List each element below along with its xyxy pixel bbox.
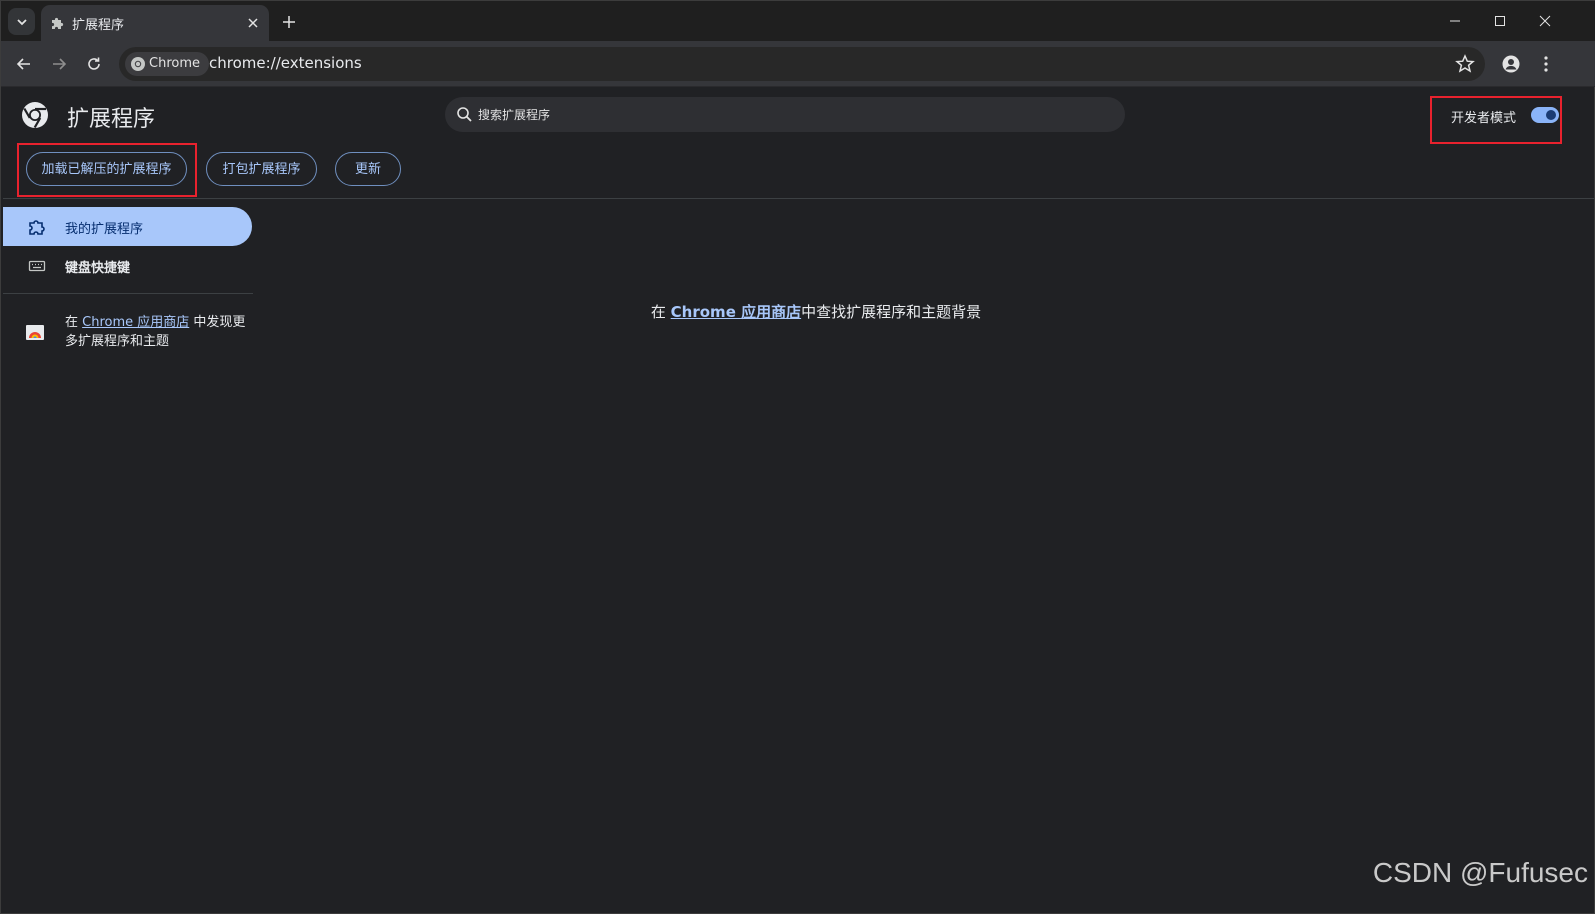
arrow-left-icon xyxy=(16,58,30,70)
highlight-box-load-unpacked xyxy=(17,143,197,197)
keyboard-icon xyxy=(28,260,46,272)
reload-icon xyxy=(88,57,100,70)
url-text[interactable]: chrome://extensions xyxy=(209,54,362,72)
tab-extensions[interactable]: 扩展程序 xyxy=(41,5,269,41)
sidebar-divider xyxy=(3,293,253,294)
site-info-label: Chrome xyxy=(149,56,200,71)
empty-prefix: 在 xyxy=(650,303,671,321)
empty-suffix: 中查找扩展程序和主题背景 xyxy=(801,303,982,321)
sidebar-item-my-extensions[interactable]: 我的扩展程序 xyxy=(3,207,252,246)
watermark: CSDN @Fufusec xyxy=(1372,857,1588,888)
chrome-logo-icon xyxy=(131,57,145,71)
back-button[interactable] xyxy=(9,49,39,79)
arrow-right-icon xyxy=(53,58,67,70)
web-store-link[interactable]: Chrome 应用商店 xyxy=(671,303,801,321)
minimize-button[interactable] xyxy=(1433,5,1477,37)
kebab-menu-icon xyxy=(1544,56,1548,72)
chevron-down-icon xyxy=(16,18,27,25)
update-button[interactable]: 更新 xyxy=(335,152,401,186)
puzzle-icon xyxy=(52,17,64,29)
new-tab-button[interactable] xyxy=(277,10,301,34)
site-info-chip[interactable]: Chrome xyxy=(125,52,209,76)
search-box[interactable] xyxy=(445,97,1125,132)
search-input[interactable] xyxy=(478,97,1078,132)
header-divider xyxy=(3,198,1594,199)
maximize-icon xyxy=(1495,16,1505,26)
plus-icon xyxy=(283,16,295,28)
profile-button[interactable] xyxy=(1497,50,1525,78)
web-store-icon xyxy=(26,325,44,340)
sidebar-item-keyboard-shortcuts[interactable]: 键盘快捷键 xyxy=(3,246,252,285)
empty-state-message: 在 Chrome 应用商店中查找扩展程序和主题背景 xyxy=(1,301,1595,322)
tab-title: 扩展程序 xyxy=(72,18,125,33)
browser-toolbar: Chrome chrome://extensions xyxy=(1,41,1595,87)
browser-window: 扩展程序 Chrome chrome://extensions 扩展程序 搜索扩… xyxy=(0,0,1595,914)
tab-strip: 扩展程序 xyxy=(1,1,1595,41)
minimize-icon xyxy=(1450,20,1460,22)
search-icon xyxy=(457,107,472,122)
avatar-icon xyxy=(1502,55,1520,73)
maximize-button[interactable] xyxy=(1478,5,1522,37)
sidebar-item-label: 键盘快捷键 xyxy=(65,261,131,276)
bookmark-star-icon[interactable] xyxy=(1455,54,1475,74)
sidebar-item-label: 我的扩展程序 xyxy=(65,222,144,237)
window-close-button[interactable] xyxy=(1523,5,1567,37)
puzzle-icon xyxy=(29,220,45,235)
close-icon xyxy=(1539,15,1551,27)
highlight-box-devmode xyxy=(1430,96,1562,144)
tab-close-button[interactable] xyxy=(244,14,262,32)
close-icon xyxy=(248,18,258,28)
forward-button[interactable] xyxy=(44,49,74,79)
menu-button[interactable] xyxy=(1532,50,1560,78)
tab-search-button[interactable] xyxy=(8,8,35,35)
reload-button[interactable] xyxy=(79,49,109,79)
chrome-logo-icon xyxy=(22,102,48,129)
pack-extension-button[interactable]: 打包扩展程序 xyxy=(206,152,317,186)
address-bar[interactable]: Chrome chrome://extensions xyxy=(119,47,1485,81)
page-title: 扩展程序 xyxy=(67,107,156,132)
